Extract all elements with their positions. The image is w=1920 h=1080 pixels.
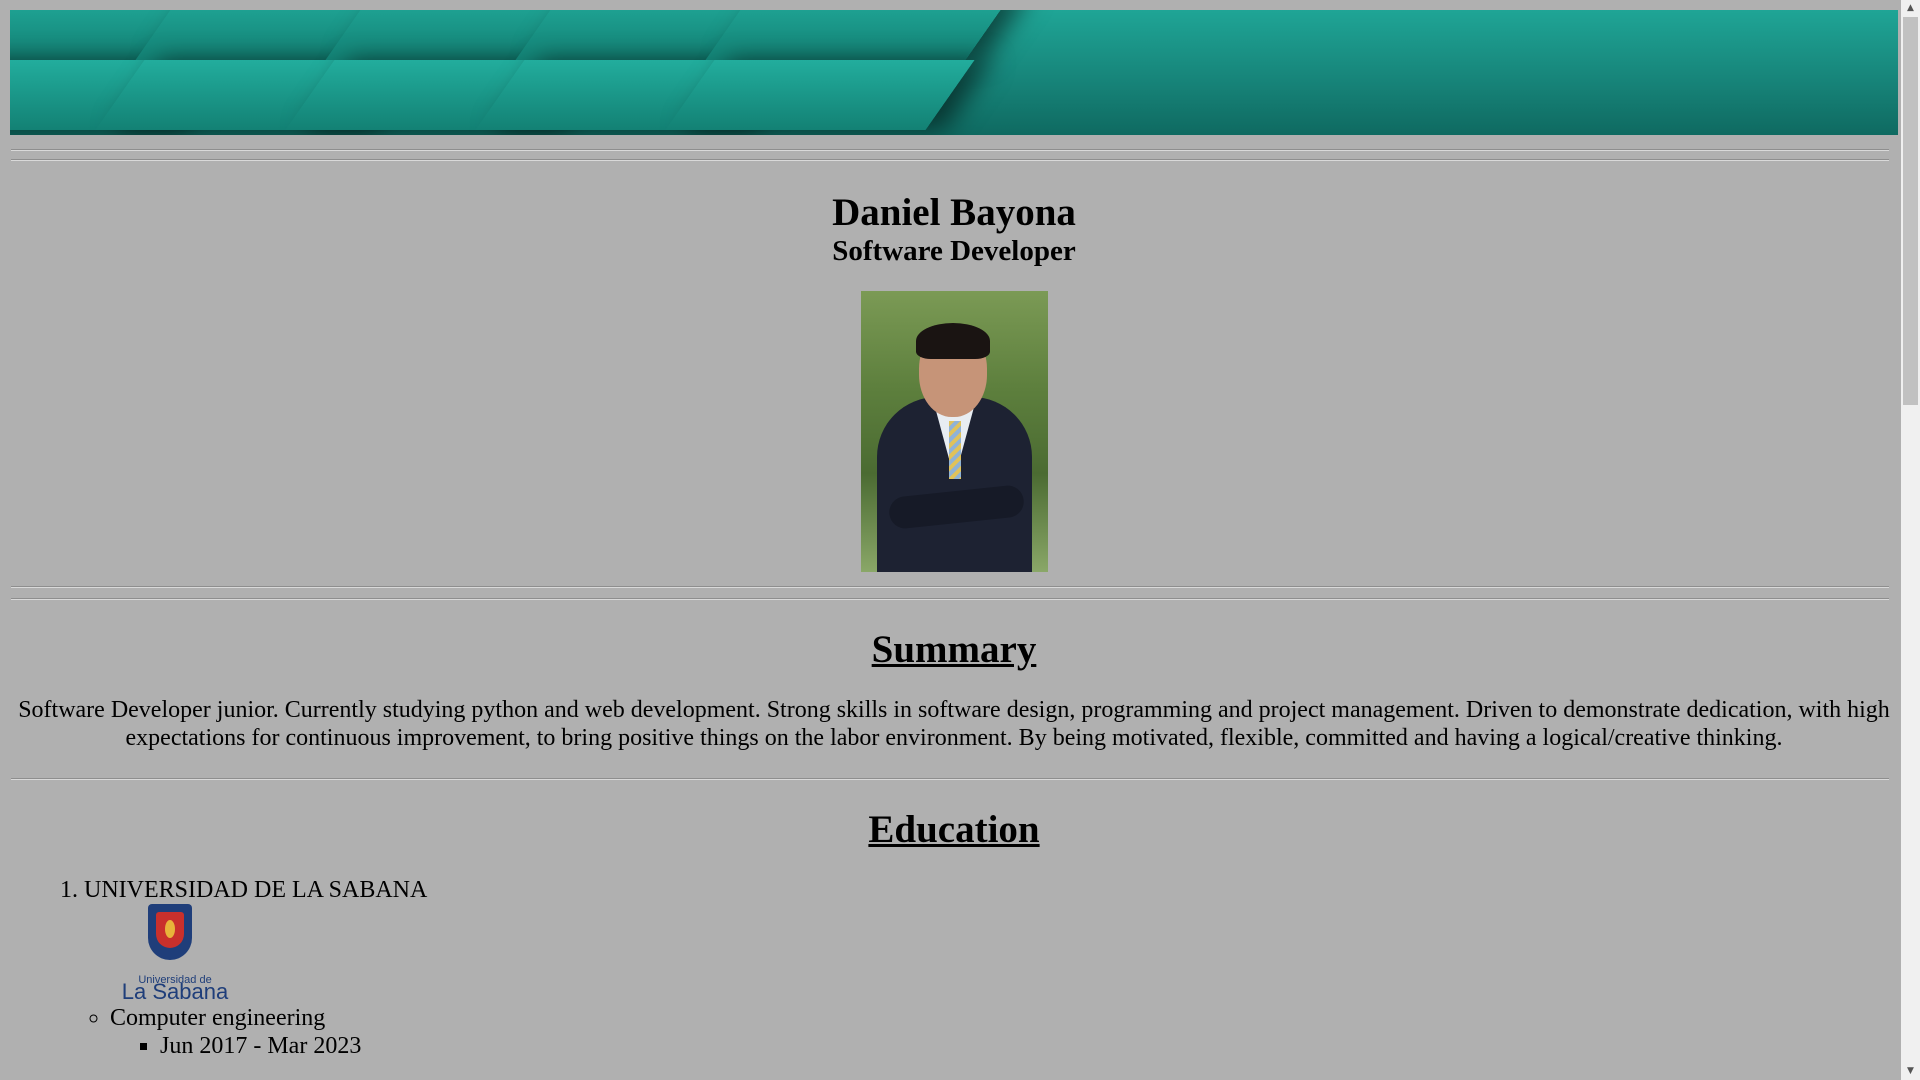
profile-title: Software Developer xyxy=(832,235,1076,267)
education-item-number: 1. xyxy=(60,877,78,903)
degree-list: Computer engineering Jun 2017 - Mar 2023 xyxy=(60,1004,1898,1060)
scroll-down-icon[interactable]: ▼ xyxy=(1901,1063,1920,1080)
university-logo: Universidad de La Sabana xyxy=(120,904,230,1004)
school-name: UNIVERSIDAD DE LA SABANA xyxy=(84,877,428,903)
shield-icon xyxy=(148,904,192,960)
dates-list: Jun 2017 - Mar 2023 xyxy=(110,1032,1898,1060)
header-banner xyxy=(10,10,1898,135)
profile-photo xyxy=(860,291,1048,572)
profile-header: Daniel Bayona Software Developer xyxy=(10,161,1898,572)
education-item: 1. UNIVERSIDAD DE LA SABANA Universidad … xyxy=(60,876,1898,1060)
vertical-scrollbar[interactable]: ▲ ▼ xyxy=(1901,0,1920,1080)
profile-name: Daniel Bayona xyxy=(832,191,1076,234)
education-list: 1. UNIVERSIDAD DE LA SABANA Universidad … xyxy=(10,876,1898,1060)
degree-item: Computer engineering Jun 2017 - Mar 2023 xyxy=(110,1004,1898,1060)
scroll-up-icon[interactable]: ▲ xyxy=(1901,0,1920,17)
summary-text: Software Developer junior. Currently stu… xyxy=(18,697,1890,751)
summary-heading: Summary xyxy=(871,628,1037,671)
education-heading: Education xyxy=(868,808,1040,851)
logo-text-large: La Sabana xyxy=(121,979,229,1004)
page-content: Daniel Bayona Software Developer Summary… xyxy=(10,10,1898,1060)
date-range: Jun 2017 - Mar 2023 xyxy=(160,1032,1898,1060)
scroll-thumb[interactable] xyxy=(1903,17,1918,405)
degree-name: Computer engineering xyxy=(110,1005,326,1031)
